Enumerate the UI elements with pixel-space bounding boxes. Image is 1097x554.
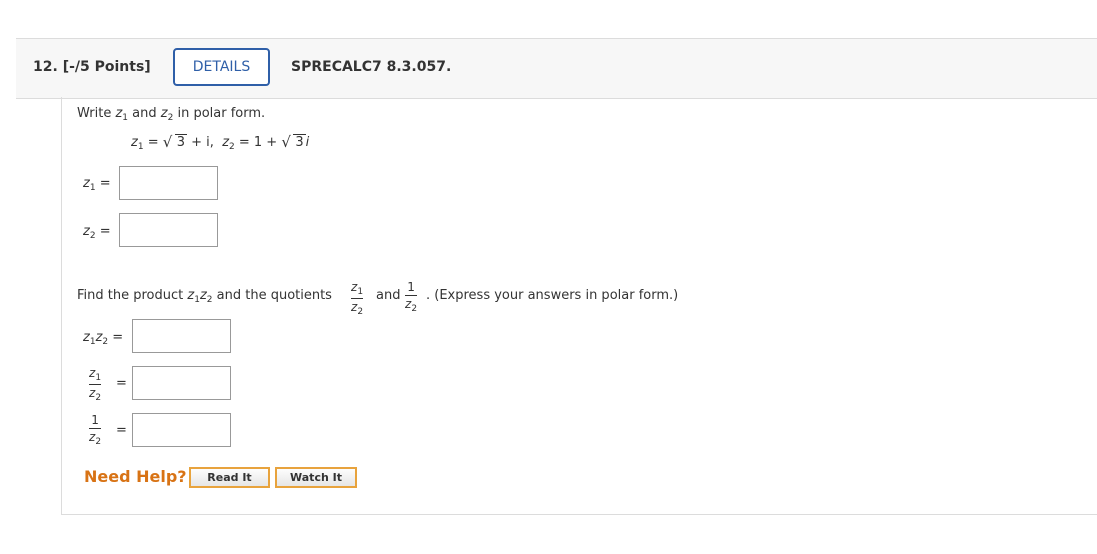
given-equations: z1 = 3 + i, z2 = 1 + 3i [131,133,310,152]
subscript: 2 [102,337,109,347]
content-left-border [61,97,62,515]
quotient-answer-label: z1 z2 [89,366,102,403]
equals-sign: = [112,330,124,345]
subscript: 2 [167,113,174,123]
need-help-label: Need Help? [84,467,187,486]
equals-sign: = [99,176,111,191]
subscript: 2 [357,307,364,317]
numerator: 1 [91,413,99,427]
sqrt-symbol: 3 [163,133,188,151]
sqrt-radicand: 3 [293,134,306,150]
var-z: z [83,224,90,239]
subscript: 2 [95,437,102,447]
var-z: z [131,135,138,150]
watch-it-button[interactable]: Watch It [275,467,357,488]
fraction-bar [89,428,102,429]
instruction-text: in polar form. [177,106,266,121]
quotient-answer-input[interactable] [132,366,231,400]
subscript: 2 [95,393,102,403]
subscript: 2 [89,231,96,241]
z2-answer-input[interactable] [119,213,218,247]
question-points: [-/5 Points] [62,59,151,75]
subscript: 1 [89,183,96,193]
var-z: z [83,330,90,345]
var-z: z [199,288,207,303]
read-it-button[interactable]: Read It [189,467,270,488]
reciprocal-answer-label: 1 z2 [89,413,102,447]
equation-text: = 1 + [234,135,282,150]
equals-sign: = [116,376,127,391]
var-z: z [222,135,230,150]
reciprocal-fraction-inline: 1 z2 [405,280,418,314]
and-text: and [376,288,401,303]
reciprocal-answer-input[interactable] [132,413,231,447]
subscript: 1 [357,287,364,297]
subscript: 2 [206,295,213,305]
part2-instruction: Find the product z1z2 and the quotients [77,288,332,305]
express-note: . (Express your answers in polar form.) [426,288,679,303]
z1-answer-label: z1 = [83,176,111,193]
equals-sign: = [99,224,111,239]
question-number-points: 12. [-/5 Points] [33,59,151,75]
fraction-bar [89,384,102,385]
var-z: z [160,106,168,121]
instruction-text: and [132,106,157,121]
equation-text: + i, [187,135,214,150]
part1-instruction: Write z1 and z2 in polar form. [77,106,265,123]
z1-answer-input[interactable] [119,166,218,200]
z2-answer-label: z2 = [83,224,111,241]
instruction-text: and the quotients [216,288,332,303]
var-z: z [83,176,90,191]
equation-text: = [143,135,163,150]
sqrt-symbol: 3 [281,133,306,151]
subscript: 2 [411,304,418,314]
sqrt-radicand: 3 [174,134,188,150]
question-code: SPRECALC7 8.3.057. [291,59,452,75]
details-button[interactable]: DETAILS [173,48,270,86]
numerator: 1 [407,280,415,294]
subscript: 1 [122,113,129,123]
instruction-text: Write [77,106,112,121]
quotient-fraction-inline: z1 z2 [351,280,364,317]
product-answer-label: z1z2 = [83,330,123,347]
question-number: 12. [33,59,58,75]
instruction-text: Find the product [77,288,184,303]
content-bottom-border [61,514,1097,515]
fraction-bar [405,295,418,296]
fraction-bar [351,298,364,299]
subscript: 1 [95,373,102,383]
product-answer-input[interactable] [132,319,231,353]
equation-text: i [305,135,310,150]
equals-sign: = [116,423,127,438]
